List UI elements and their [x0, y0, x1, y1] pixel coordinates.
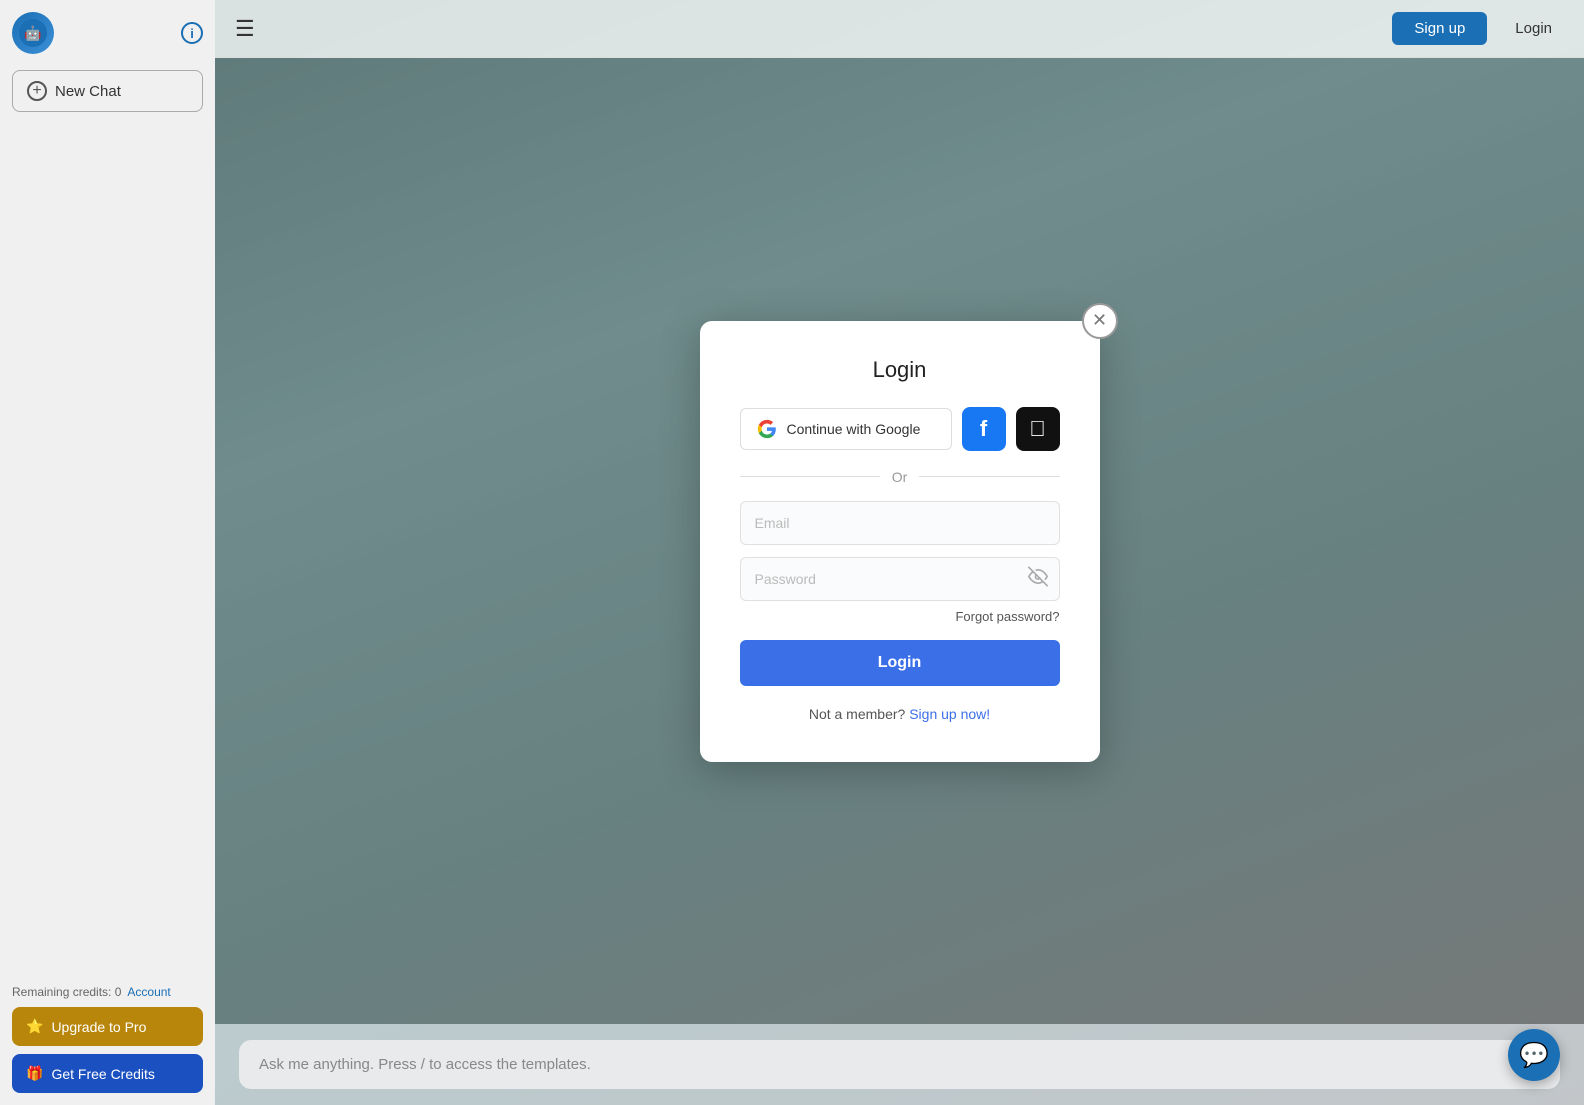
social-login-row: Continue with Google f : [740, 407, 1060, 451]
navbar: ☰ Sign up Login: [215, 0, 1584, 58]
or-line-right: [919, 476, 1059, 477]
signup-now-link[interactable]: Sign up now!: [909, 706, 990, 722]
info-icon[interactable]: i: [181, 22, 203, 44]
bottom-bar: Ask me anything. Press / to access the t…: [215, 1024, 1584, 1105]
google-icon: [757, 419, 777, 439]
chat-input-area[interactable]: Ask me anything. Press / to access the t…: [239, 1040, 1560, 1089]
forgot-row: Forgot password?: [740, 609, 1060, 624]
content-area: ✕ Login Continue with Google: [215, 58, 1584, 1024]
not-member-text: Not a member?: [809, 706, 905, 722]
upgrade-button[interactable]: ⭐ Upgrade to Pro: [12, 1007, 203, 1046]
credits-icon: 🎁: [26, 1065, 43, 1082]
new-chat-label: New Chat: [55, 83, 121, 100]
upgrade-icon: ⭐: [26, 1018, 43, 1035]
login-modal: ✕ Login Continue with Google: [700, 321, 1100, 762]
chat-widget-icon: 💬: [1519, 1041, 1549, 1070]
modal-close-button[interactable]: ✕: [1082, 303, 1118, 339]
google-login-label: Continue with Google: [787, 421, 921, 437]
password-wrap: [740, 557, 1060, 601]
app-logo: 🤖: [12, 12, 54, 54]
apple-icon: : [1029, 416, 1046, 442]
account-link[interactable]: Account: [127, 985, 170, 999]
sidebar-bottom: Remaining credits: 0 Account ⭐ Upgrade t…: [12, 985, 203, 1093]
signup-button[interactable]: Sign up: [1392, 12, 1487, 45]
modal-overlay: ✕ Login Continue with Google: [215, 58, 1584, 1024]
main-area: ☰ Sign up Login ✕ Login: [215, 0, 1584, 1105]
email-input[interactable]: [740, 501, 1060, 545]
logo-area: 🤖: [12, 12, 54, 54]
or-text: Or: [892, 469, 908, 485]
forgot-password-link[interactable]: Forgot password?: [955, 609, 1059, 624]
get-credits-label: Get Free Credits: [51, 1066, 154, 1082]
login-submit-button[interactable]: Login: [740, 640, 1060, 686]
signup-row: Not a member? Sign up now!: [740, 706, 1060, 722]
svg-text:🤖: 🤖: [24, 25, 41, 42]
google-login-button[interactable]: Continue with Google: [740, 408, 952, 450]
facebook-icon: f: [980, 416, 987, 442]
facebook-login-button[interactable]: f: [962, 407, 1006, 451]
modal-title: Login: [740, 357, 1060, 383]
or-line-left: [740, 476, 880, 477]
sidebar: 🤖 i + New Chat Remaining credits: 0 Acco…: [0, 0, 215, 1105]
get-credits-button[interactable]: 🎁 Get Free Credits: [12, 1054, 203, 1093]
or-divider: Or: [740, 469, 1060, 485]
plus-icon: +: [27, 81, 47, 101]
password-input[interactable]: [740, 557, 1060, 601]
login-link[interactable]: Login: [1503, 12, 1564, 45]
upgrade-label: Upgrade to Pro: [51, 1019, 146, 1035]
apple-login-button[interactable]: : [1016, 407, 1060, 451]
sidebar-top: 🤖 i: [12, 12, 203, 54]
credits-text: Remaining credits: 0: [12, 985, 121, 999]
chat-widget-button[interactable]: 💬: [1508, 1029, 1560, 1081]
credits-row: Remaining credits: 0 Account: [12, 985, 203, 999]
hamburger-button[interactable]: ☰: [235, 16, 255, 42]
new-chat-button[interactable]: + New Chat: [12, 70, 203, 112]
eye-icon[interactable]: [1028, 566, 1048, 591]
